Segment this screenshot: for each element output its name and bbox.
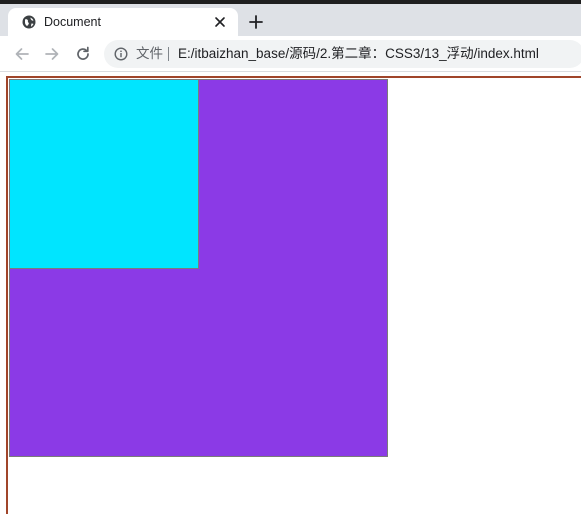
info-icon[interactable] bbox=[114, 47, 128, 61]
reload-icon[interactable] bbox=[74, 45, 92, 63]
browser-window: Document 文件 E:/itbaizhan_base/源码/2.第二章：C… bbox=[0, 0, 581, 514]
tab-title: Document bbox=[44, 15, 101, 29]
cyan-floated-box bbox=[9, 79, 199, 269]
arrow-right-icon[interactable] bbox=[43, 45, 61, 63]
address-bar[interactable]: 文件 E:/itbaizhan_base/源码/2.第二章：CSS3/13_浮动… bbox=[104, 40, 581, 68]
close-icon[interactable] bbox=[213, 15, 227, 29]
tab-document[interactable]: Document bbox=[8, 8, 238, 36]
security-label[interactable]: 文件 bbox=[136, 46, 163, 62]
omnibox-separator bbox=[168, 47, 169, 61]
plus-icon[interactable] bbox=[248, 14, 264, 30]
url-text[interactable]: E:/itbaizhan_base/源码/2.第二章：CSS3/13_浮动/in… bbox=[178, 46, 539, 62]
globe-icon bbox=[22, 15, 36, 29]
arrow-left-icon[interactable] bbox=[13, 45, 31, 63]
browser-toolbar: 文件 E:/itbaizhan_base/源码/2.第二章：CSS3/13_浮动… bbox=[0, 36, 581, 72]
tab-strip: Document bbox=[0, 4, 581, 36]
page-viewport bbox=[0, 73, 581, 514]
